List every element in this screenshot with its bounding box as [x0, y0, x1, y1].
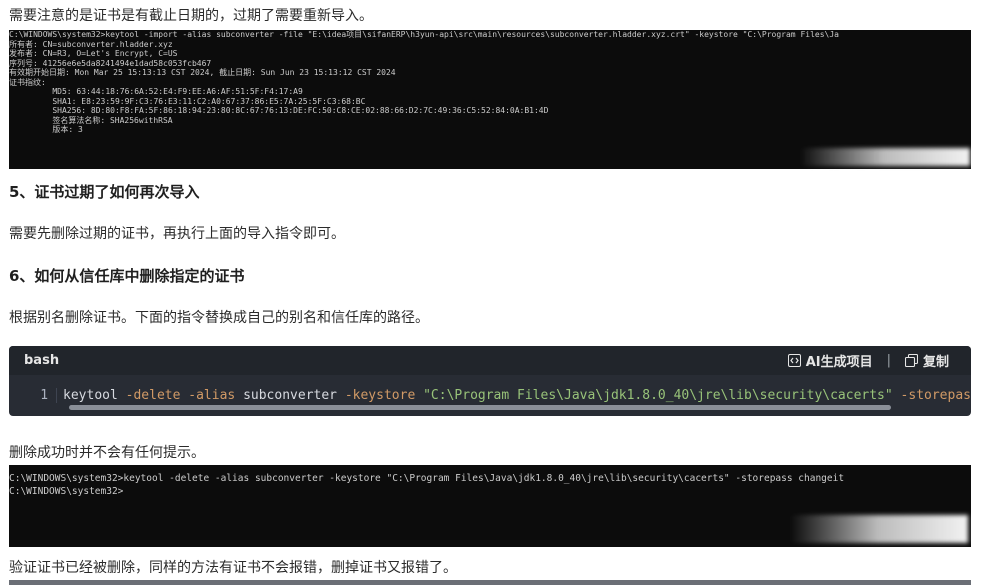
code-icon: [787, 354, 801, 367]
code-block: bash AI生成项目 | 复制 1 keytool -delete -alia…: [9, 346, 971, 416]
watermark-blur: [790, 515, 968, 543]
terminal-line: 所有者: CN=subconverter.hladder.xyz: [9, 39, 173, 49]
line-number: 1: [9, 388, 58, 403]
code-token-flag: -storepas: [900, 388, 971, 403]
code-block-header: bash AI生成项目 | 复制: [9, 346, 971, 375]
reimport-instruction-text: 需要先删除过期的证书，再执行上面的导入指令即可。: [9, 226, 345, 242]
terminal-line: 有效期开始日期: Mon Mar 25 15:13:13 CST 2024, 截…: [9, 68, 396, 77]
delete-success-note: 删除成功时并不会有任何提示。: [9, 445, 205, 461]
terminal-line: 版本: 3: [9, 125, 83, 134]
terminal-line: 发布者: CN=R3, O=Let's Encrypt, C=US: [9, 49, 178, 58]
watermark-blur: [800, 148, 970, 166]
code-token-arg: subconverter: [243, 388, 337, 403]
terminal-line: C:\WINDOWS\system32>keytool -delete -ali…: [9, 473, 845, 484]
terminal-line: SHA1: E8:23:59:9F:C3:76:E3:11:C2:A0:67:3…: [9, 96, 366, 106]
code-language-label: bash: [24, 353, 60, 368]
code-line: keytool -delete -alias subconverter -key…: [57, 388, 971, 403]
delete-by-alias-text: 根据别名删除证书。下面的指令替换成自己的别名和信任库的路径。: [9, 310, 429, 326]
code-token-flag: -alias: [188, 388, 236, 403]
code-token-flag: -delete: [125, 388, 181, 403]
terminal-line: C:\WINDOWS\system32>: [9, 486, 124, 497]
code-token-string: "C:\Program Files\Java\jdk1.8.0_40\jre\l…: [423, 388, 893, 403]
copy-icon: [904, 354, 918, 367]
verify-deletion-text: 验证证书已经被删除，同样的方法有证书不会报错，删掉证书又报错了。: [9, 560, 457, 576]
terminal-line: C:\WINDOWS\system32>keytool -import -ali…: [9, 30, 839, 39]
action-separator: |: [886, 353, 891, 368]
ai-generate-button[interactable]: AI生成项目: [787, 351, 873, 370]
section-heading-6: 6、如何从信任库中删除指定的证书: [9, 267, 245, 285]
horizontal-scrollbar[interactable]: [69, 405, 891, 410]
section-heading-5: 5、证书过期了如何再次导入: [9, 183, 200, 201]
ai-generate-label: AI生成项目: [805, 355, 873, 370]
copy-label: 复制: [922, 355, 949, 370]
terminal-line: SHA256: 8D:80:F8:FA:5F:86:18:94:23:80:8C…: [9, 106, 549, 115]
note-expiry-text: 需要注意的是证书是有截止日期的，过期了需要重新导入。: [9, 8, 373, 24]
code-body[interactable]: 1 keytool -delete -alias subconverter -k…: [9, 375, 971, 416]
terminal-line: 序列号: 41256e6e5da8241494e1dad58c053fcb467: [9, 58, 212, 68]
code-token-command: keytool: [63, 388, 118, 403]
terminal-line: MD5: 63:44:18:76:6A:52:E4:F9:EE:A6:AF:51…: [9, 87, 303, 96]
code-token-flag: -keystore: [344, 388, 416, 403]
terminal-line: 证书指纹:: [9, 77, 46, 87]
code-actions: AI生成项目 | 复制: [787, 351, 949, 370]
copy-button[interactable]: 复制: [904, 351, 949, 370]
next-block-edge: [9, 580, 971, 585]
terminal-line: 签名算法名称: SHA256withRSA: [9, 115, 173, 125]
